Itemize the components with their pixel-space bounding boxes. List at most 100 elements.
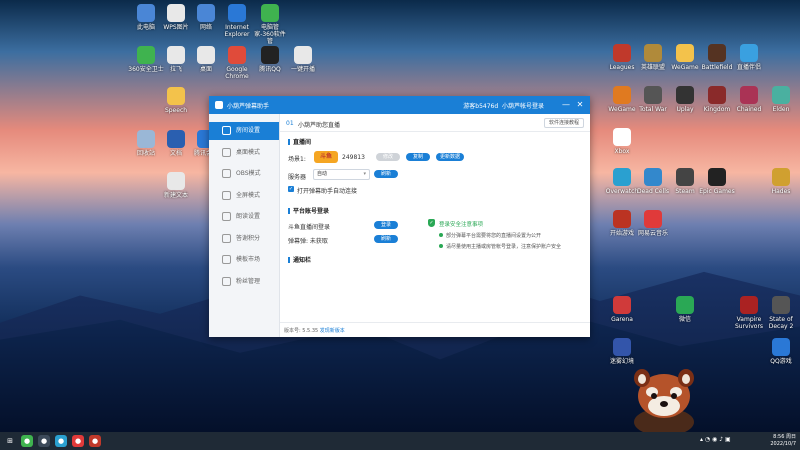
desktop-icon-label: 腾讯QQ bbox=[259, 66, 281, 73]
xbox-icon[interactable]: ● bbox=[21, 435, 33, 447]
right-desktop-icon[interactable]: Vampire Survivors bbox=[731, 296, 767, 330]
sidebar-item[interactable]: 答谢积分 bbox=[209, 230, 279, 248]
sidebar-item[interactable]: 房间设置 bbox=[209, 122, 279, 140]
desktop-icon-label: Leagues bbox=[609, 64, 635, 71]
left-desktop-icon[interactable]: 腾讯QQ bbox=[252, 46, 288, 73]
desktop-icon bbox=[222, 147, 231, 157]
right-desktop-icon[interactable]: Battlefield bbox=[699, 44, 735, 71]
start-icon[interactable]: ⊞ bbox=[4, 435, 16, 447]
desktop-icon-label: Uplay bbox=[676, 106, 694, 113]
sidebar-item[interactable]: 桌面模式 bbox=[209, 144, 279, 162]
safety-title: 登录安全注意事项 bbox=[439, 222, 484, 228]
right-desktop-icon[interactable]: Chained bbox=[731, 86, 767, 113]
file-explorer-icon[interactable]: ● bbox=[38, 435, 50, 447]
game-icon bbox=[708, 86, 726, 104]
wechat-icon bbox=[676, 296, 694, 314]
game-icon bbox=[613, 210, 631, 228]
copy-button[interactable]: 复制 bbox=[406, 153, 430, 161]
right-desktop-icon[interactable]: Elden bbox=[763, 86, 799, 113]
game-icon bbox=[708, 44, 726, 62]
tray-icons[interactable]: ▴ ◔ ◉ ♪ ▣ bbox=[700, 436, 731, 443]
netease-music-icon[interactable]: ● bbox=[72, 435, 84, 447]
close-button[interactable]: ✕ bbox=[574, 99, 586, 111]
right-desktop-icon[interactable]: Xbox bbox=[604, 128, 640, 155]
right-desktop-icon[interactable]: 微信 bbox=[667, 296, 703, 323]
computer-icon bbox=[137, 4, 155, 22]
left-desktop-icon[interactable]: Speech bbox=[158, 87, 194, 114]
desktop-icon-label: WPS图片 bbox=[163, 24, 189, 31]
modify-button[interactable]: 修改 bbox=[376, 153, 400, 161]
desktop-icon-label: 直播伴侣 bbox=[736, 64, 761, 71]
account-info[interactable]: 游客b5476d 小葫芦帐号登录 bbox=[463, 101, 544, 110]
tip-dot-icon bbox=[439, 244, 443, 248]
right-desktop-icon[interactable]: Dead Cells bbox=[635, 168, 671, 195]
left-desktop-icon[interactable]: Internet Explorer bbox=[219, 4, 255, 38]
game-icon bbox=[644, 44, 662, 62]
game-icon bbox=[772, 296, 790, 314]
taskbar-clock[interactable]: 8:56 周日 2022/10/7 bbox=[770, 434, 796, 448]
desktop-icon-label: 微信 bbox=[678, 316, 691, 323]
sidebar-item-label: 答谢积分 bbox=[236, 234, 261, 242]
folder-icon bbox=[167, 87, 185, 105]
sidebar-item[interactable]: OBS模式 bbox=[209, 165, 279, 183]
game-icon bbox=[644, 86, 662, 104]
game-icon bbox=[613, 338, 631, 356]
app-window: 小葫芦弹幕助手 游客b5476d 小葫芦帐号登录 — ✕ 房间设置桌面模式 OBS… bbox=[209, 96, 590, 337]
safety-tip: 请尽量使用主播或房管帐号登录，注意保护账户安全 bbox=[446, 244, 562, 250]
refresh-login-button[interactable]: 刷新 bbox=[374, 235, 398, 243]
auto-connect-checkbox[interactable]: ✓ bbox=[288, 186, 294, 192]
section-notice-title: 通知栏 bbox=[288, 255, 311, 264]
left-desktop-icon[interactable]: Google Chrome bbox=[219, 46, 255, 80]
new-version-link[interactable]: 发现新版本 bbox=[320, 328, 345, 334]
sidebar-item[interactable]: 朗读设置 bbox=[209, 208, 279, 226]
sidebar-item-label: 桌面模式 bbox=[236, 148, 261, 156]
desktop-icon-label: Epic Games bbox=[699, 188, 735, 195]
right-desktop-icon[interactable]: Uplay bbox=[667, 86, 703, 113]
desktop-icon-label: Steam bbox=[675, 188, 695, 195]
speech-icon bbox=[222, 212, 231, 221]
desktop-icon-label: 网络 bbox=[199, 24, 212, 31]
left-desktop-icon[interactable]: 一键开播 bbox=[285, 46, 321, 73]
fans-icon bbox=[222, 276, 231, 286]
refresh-server-button[interactable]: 刷新 bbox=[374, 170, 398, 178]
sidebar-item[interactable]: 粉丝管理 bbox=[209, 273, 279, 291]
sidebar-item[interactable]: 全屏模式 bbox=[209, 187, 279, 205]
right-desktop-icon[interactable]: State of Decay 2 bbox=[763, 296, 799, 330]
file-icon bbox=[294, 46, 312, 64]
right-desktop-icon[interactable]: 直播伴侣 bbox=[731, 44, 767, 71]
left-desktop-icon[interactable]: 新建文本 bbox=[158, 172, 194, 199]
right-desktop-icon[interactable]: QQ游戏 bbox=[763, 338, 799, 365]
desktop-icon-label: Internet Explorer bbox=[224, 24, 250, 38]
game-icon[interactable]: ● bbox=[89, 435, 101, 447]
desktop-icon-label: Garena bbox=[611, 316, 633, 323]
desktop-icon-label: Hades bbox=[771, 188, 791, 195]
update-data-button[interactable]: 更新数据 bbox=[436, 153, 464, 161]
main-topbar: 01 小葫芦助您直播 软件连接教程 bbox=[280, 114, 590, 132]
obs-icon bbox=[222, 169, 231, 178]
left-desktop-icon[interactable]: 电脑管家-360软件管 bbox=[252, 4, 288, 45]
live-icon[interactable]: ● bbox=[55, 435, 67, 447]
right-desktop-icon[interactable]: 英雄联盟 bbox=[635, 44, 671, 71]
server-select[interactable]: 自动 ▾ bbox=[313, 169, 370, 180]
right-desktop-icon[interactable]: Hades bbox=[763, 168, 799, 195]
right-desktop-icon[interactable]: Total War bbox=[635, 86, 671, 113]
game-icon bbox=[676, 168, 694, 186]
desktop-icon-label: 新建文本 bbox=[163, 192, 188, 199]
desktop-icon-label: Google Chrome bbox=[225, 66, 249, 80]
right-desktop-icon[interactable]: WeGame bbox=[667, 44, 703, 71]
right-desktop-icon[interactable]: Garena bbox=[604, 296, 640, 323]
right-desktop-icon[interactable]: Epic Games bbox=[699, 168, 735, 195]
pc-manager-icon bbox=[261, 4, 279, 22]
help-button[interactable]: 软件连接教程 bbox=[543, 118, 584, 128]
right-desktop-icon[interactable]: Steam bbox=[667, 168, 703, 195]
qq-icon bbox=[261, 46, 279, 64]
desktop-icon-label: Battlefield bbox=[701, 64, 733, 71]
minimize-button[interactable]: — bbox=[560, 99, 572, 111]
login-button[interactable]: 登录 bbox=[374, 221, 398, 229]
right-desktop-icon[interactable]: 网易云音乐 bbox=[635, 210, 671, 237]
sidebar-item[interactable]: 模板市场 bbox=[209, 251, 279, 269]
window-titlebar[interactable]: 小葫芦弹幕助手 游客b5476d 小葫芦帐号登录 — ✕ bbox=[209, 96, 590, 114]
shield-plus-icon bbox=[137, 46, 155, 64]
right-desktop-icon[interactable]: Kingdom bbox=[699, 86, 735, 113]
window-footer: 版本号: 5.5.35 发现新版本 bbox=[280, 322, 590, 337]
